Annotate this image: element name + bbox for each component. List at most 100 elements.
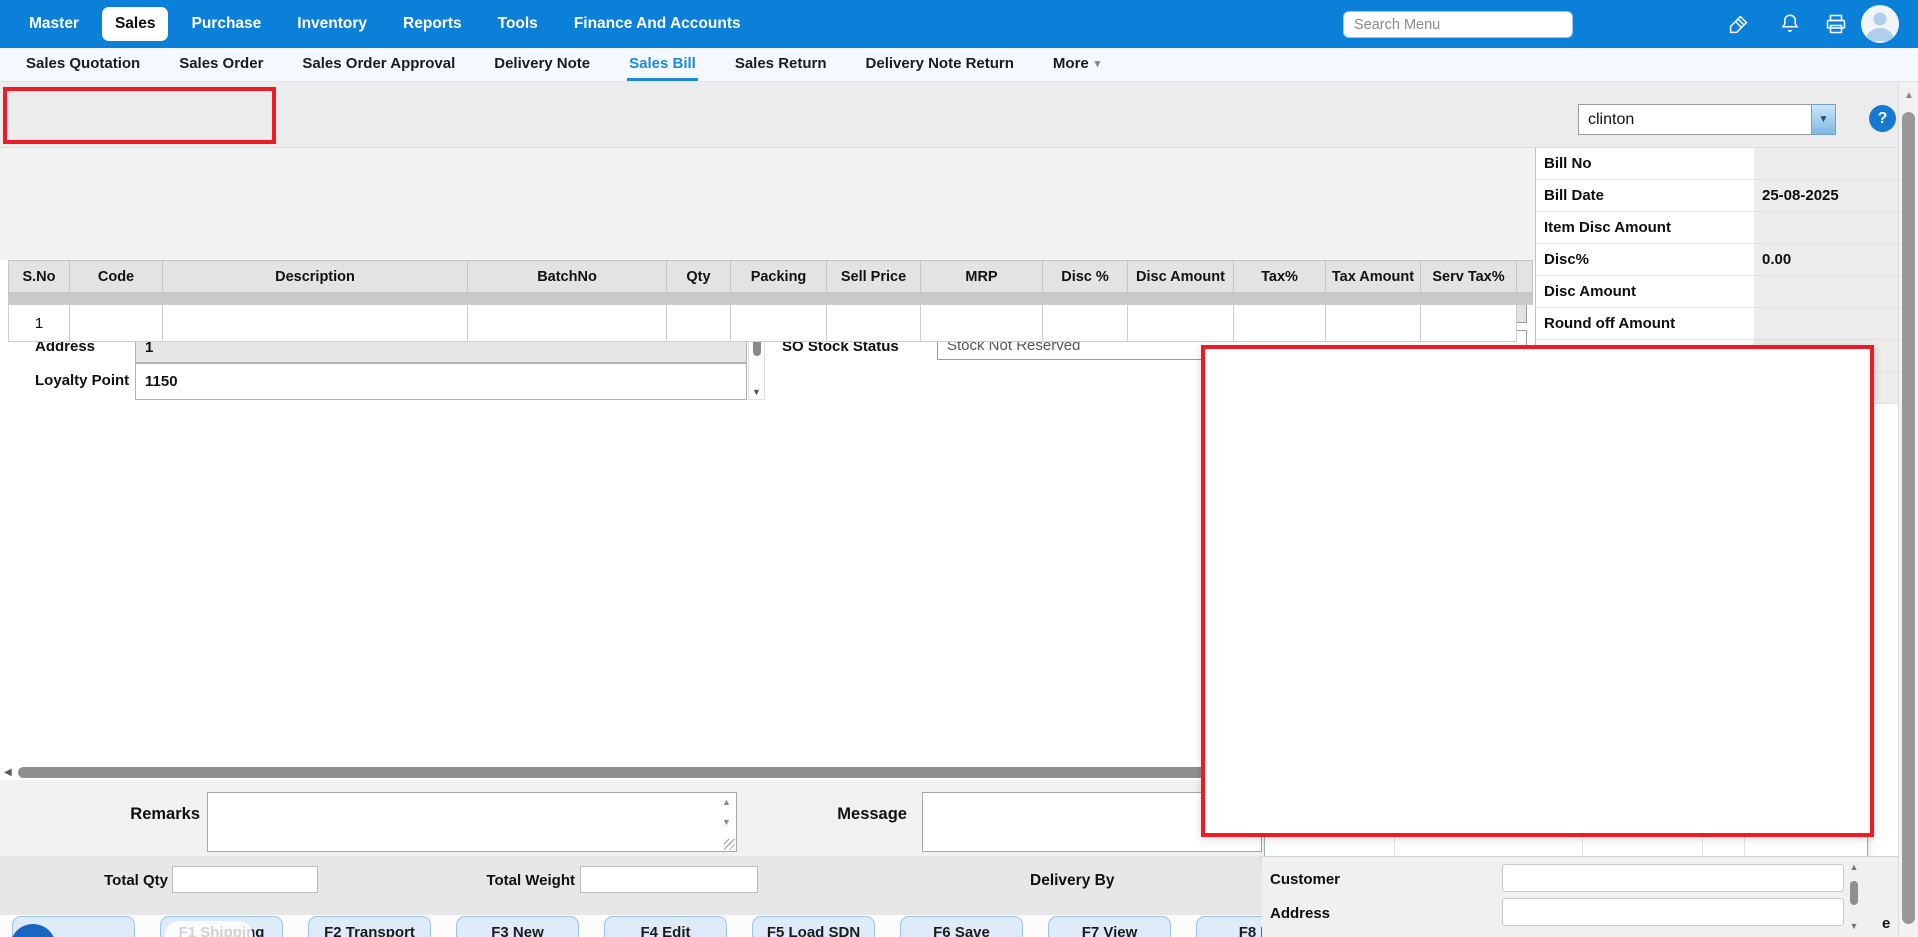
scrollbar-thumb[interactable]: [18, 767, 1262, 778]
scroll-down-icon[interactable]: ▼: [749, 385, 764, 399]
modal-cell[interactable]: [1703, 720, 1745, 754]
modal-cell[interactable]: [1265, 546, 1395, 580]
printer-icon[interactable]: [1824, 12, 1848, 36]
items-cell[interactable]: [468, 305, 667, 342]
modal-cell[interactable]: [1703, 685, 1745, 719]
tab-sales-order-approval[interactable]: Sales Order Approval: [300, 48, 457, 81]
button-f7-view[interactable]: F7 View: [1048, 916, 1171, 937]
modal-cell[interactable]: [1583, 685, 1703, 719]
items-cell[interactable]: 1: [8, 305, 70, 342]
message-textarea[interactable]: [922, 792, 1262, 852]
modal-cell[interactable]: [1583, 720, 1703, 754]
nav-item-sales[interactable]: Sales: [101, 7, 169, 41]
modal-cell[interactable]: [1583, 825, 1703, 859]
modal-cell[interactable]: [1265, 720, 1395, 754]
modal-cell[interactable]: [1265, 650, 1395, 684]
modal-cell[interactable]: [1703, 650, 1745, 684]
modal-cell[interactable]: [1265, 755, 1395, 789]
modal-cell[interactable]: [1583, 615, 1703, 649]
search-input[interactable]: [1343, 11, 1573, 38]
modal-header[interactable]: Sales Order X: [1265, 401, 1867, 445]
scroll-up-icon[interactable]: ▲: [1846, 861, 1862, 874]
nav-item-purchase[interactable]: Purchase: [178, 7, 274, 41]
modal-cell[interactable]: [1745, 790, 1869, 824]
table-row[interactable]: [1265, 825, 1869, 860]
scroll-up-icon[interactable]: ▲: [722, 797, 731, 807]
items-cell[interactable]: [1326, 305, 1421, 342]
modal-cell[interactable]: [1395, 685, 1583, 719]
items-cell[interactable]: [1043, 305, 1128, 342]
user-avatar[interactable]: [1861, 5, 1899, 43]
tab-delivery-note-return[interactable]: Delivery Note Return: [864, 48, 1016, 81]
modal-cell[interactable]: [1395, 615, 1583, 649]
modal-cell[interactable]: [1703, 755, 1745, 789]
modal-cell[interactable]: [1583, 546, 1703, 580]
customer-field[interactable]: [1502, 864, 1844, 892]
nav-item-master[interactable]: Master: [16, 7, 92, 41]
modal-cell[interactable]: [1745, 825, 1869, 859]
modal-cell[interactable]: [1745, 720, 1869, 754]
close-icon[interactable]: X: [1839, 406, 1859, 426]
modal-cell[interactable]: [1583, 580, 1703, 614]
nav-item-finance-and-accounts[interactable]: Finance And Accounts: [561, 7, 754, 41]
button-f3-new[interactable]: F3 New: [456, 916, 579, 937]
modal-cell[interactable]: [1395, 825, 1583, 859]
items-cell[interactable]: [163, 305, 468, 342]
user-combo-input[interactable]: [1578, 104, 1811, 135]
modal-cell[interactable]: [1583, 755, 1703, 789]
tab-sales-quotation[interactable]: Sales Quotation: [24, 48, 142, 81]
modal-cell[interactable]: [1745, 546, 1869, 580]
chevron-down-icon[interactable]: ▼: [1811, 104, 1836, 135]
modal-cell[interactable]: [1703, 546, 1745, 580]
button-f6-save[interactable]: F6 Save: [900, 916, 1023, 937]
items-cell[interactable]: [731, 305, 827, 342]
tab-more[interactable]: More ▾: [1051, 48, 1102, 81]
modal-cell[interactable]: [1703, 615, 1745, 649]
modal-cell[interactable]: [1395, 580, 1583, 614]
nav-item-tools[interactable]: Tools: [485, 7, 551, 41]
modal-cell[interactable]: [1703, 580, 1745, 614]
items-cell[interactable]: [921, 305, 1043, 342]
modal-cell[interactable]: [1265, 580, 1395, 614]
modal-cell[interactable]: [1583, 650, 1703, 684]
scroll-down-icon[interactable]: ▼: [1846, 920, 1862, 933]
scroll-up-icon[interactable]: ▲: [1899, 90, 1918, 101]
modal-cell[interactable]: [1703, 825, 1745, 859]
table-row[interactable]: [1265, 720, 1869, 755]
paint-brush-icon[interactable]: [1727, 12, 1751, 36]
so-filter-select[interactable]: SO No ⌄: [1267, 447, 1867, 478]
modal-cell[interactable]: [1745, 615, 1869, 649]
items-cell[interactable]: [70, 305, 163, 342]
nav-item-reports[interactable]: Reports: [390, 7, 475, 41]
button-f5-load-sdn[interactable]: F5 Load SDN: [752, 916, 875, 937]
table-row[interactable]: [1265, 790, 1869, 825]
so-search-input[interactable]: [1270, 483, 1864, 510]
bell-icon[interactable]: [1778, 12, 1802, 36]
tab-sales-order[interactable]: Sales Order: [177, 48, 265, 81]
table-row[interactable]: [1265, 650, 1869, 685]
modal-cell[interactable]: [1703, 790, 1745, 824]
modal-cell[interactable]: [1395, 755, 1583, 789]
tab-sales-bill[interactable]: Sales Bill: [627, 48, 698, 81]
items-cell[interactable]: [1128, 305, 1234, 342]
resize-grip-icon[interactable]: [724, 839, 735, 850]
modal-cell[interactable]: [1745, 755, 1869, 789]
button-f4-edit[interactable]: F4 Edit: [604, 916, 727, 937]
button-f2-transport[interactable]: F2 Transport: [308, 916, 431, 937]
modal-cell[interactable]: [1265, 615, 1395, 649]
nav-item-inventory[interactable]: Inventory: [284, 7, 380, 41]
table-row[interactable]: [1265, 755, 1869, 790]
table-row[interactable]: [1265, 685, 1869, 720]
loyalty-point-field[interactable]: 1150: [135, 363, 747, 400]
modal-cell[interactable]: [1745, 650, 1869, 684]
modal-cell[interactable]: [1395, 546, 1583, 580]
total-weight-field[interactable]: [580, 866, 758, 893]
total-qty-field[interactable]: [172, 866, 318, 893]
scroll-down-icon[interactable]: ▼: [722, 817, 731, 827]
scrollbar-thumb[interactable]: [1902, 112, 1915, 924]
modal-cell[interactable]: [1745, 580, 1869, 614]
modal-cell[interactable]: [1395, 790, 1583, 824]
modal-cell[interactable]: [1395, 720, 1583, 754]
modal-cell[interactable]: [1395, 650, 1583, 684]
items-cell[interactable]: [1421, 305, 1517, 342]
